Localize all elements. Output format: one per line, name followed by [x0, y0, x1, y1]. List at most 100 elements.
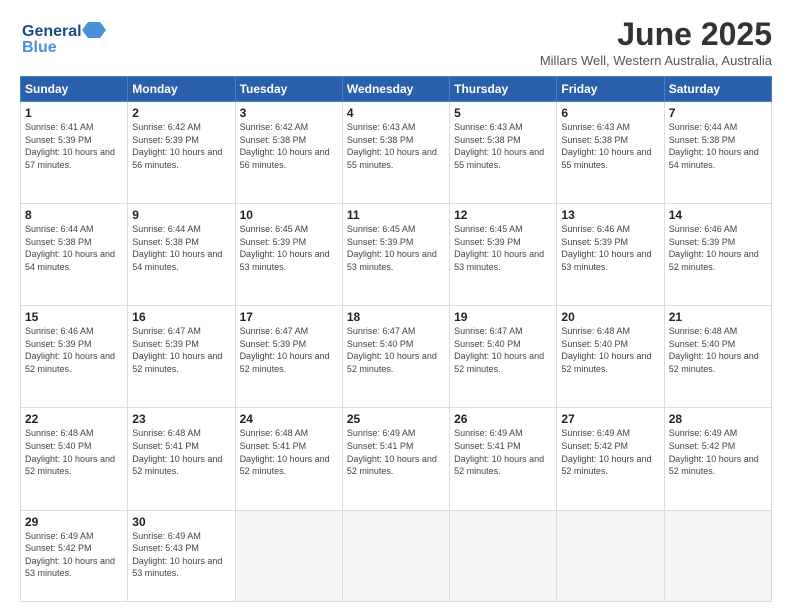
week-row-3: 15Sunrise: 6:46 AMSunset: 5:39 PMDayligh…	[21, 306, 772, 408]
calendar-cell: 4 Sunrise: 6:43 AMSunset: 5:38 PMDaylight…	[342, 102, 449, 204]
day-info: Sunrise: 6:43 AMSunset: 5:38 PMDaylight:…	[347, 122, 437, 170]
day-number: 7	[669, 106, 767, 120]
day-number: 11	[347, 208, 445, 222]
calendar-cell: 28 Sunrise: 6:49 AMSunset: 5:42 PMDayligh…	[664, 408, 771, 510]
day-info: Sunrise: 6:42 AMSunset: 5:39 PMDaylight:…	[132, 122, 222, 170]
day-info: Sunrise: 6:47 AMSunset: 5:39 PMDaylight:…	[240, 326, 330, 374]
day-info: Sunrise: 6:41 AMSunset: 5:39 PMDaylight:…	[25, 122, 115, 170]
calendar-cell: 11 Sunrise: 6:45 AMSunset: 5:39 PMDayligh…	[342, 204, 449, 306]
calendar-cell: 9 Sunrise: 6:44 AMSunset: 5:38 PMDaylight…	[128, 204, 235, 306]
day-info: Sunrise: 6:49 AMSunset: 5:42 PMDaylight:…	[669, 428, 759, 476]
day-number: 1	[25, 106, 123, 120]
day-info: Sunrise: 6:48 AMSunset: 5:40 PMDaylight:…	[561, 326, 651, 374]
calendar-cell: 19 Sunrise: 6:47 AMSunset: 5:40 PMDayligh…	[450, 306, 557, 408]
calendar-cell: 18 Sunrise: 6:47 AMSunset: 5:40 PMDayligh…	[342, 306, 449, 408]
day-number: 10	[240, 208, 338, 222]
logo: General Blue	[20, 16, 110, 63]
day-info: Sunrise: 6:42 AMSunset: 5:38 PMDaylight:…	[240, 122, 330, 170]
day-number: 5	[454, 106, 552, 120]
calendar-cell: 16 Sunrise: 6:47 AMSunset: 5:39 PMDayligh…	[128, 306, 235, 408]
day-number: 18	[347, 310, 445, 324]
day-info: Sunrise: 6:48 AMSunset: 5:40 PMDaylight:…	[669, 326, 759, 374]
day-number: 16	[132, 310, 230, 324]
calendar-cell: 7 Sunrise: 6:44 AMSunset: 5:38 PMDaylight…	[664, 102, 771, 204]
calendar-table: SundayMondayTuesdayWednesdayThursdayFrid…	[20, 76, 772, 602]
day-number: 4	[347, 106, 445, 120]
day-number: 9	[132, 208, 230, 222]
calendar-cell: 30 Sunrise: 6:49 AMSunset: 5:43 PMDayligh…	[128, 510, 235, 601]
day-info: Sunrise: 6:47 AMSunset: 5:40 PMDaylight:…	[454, 326, 544, 374]
day-number: 29	[25, 515, 123, 529]
calendar-cell	[557, 510, 664, 601]
calendar-cell: 5 Sunrise: 6:43 AMSunset: 5:38 PMDaylight…	[450, 102, 557, 204]
day-info: Sunrise: 6:43 AMSunset: 5:38 PMDaylight:…	[561, 122, 651, 170]
title-block: June 2025 Millars Well, Western Australi…	[540, 16, 772, 68]
calendar-cell	[664, 510, 771, 601]
day-number: 20	[561, 310, 659, 324]
day-number: 3	[240, 106, 338, 120]
day-info: Sunrise: 6:49 AMSunset: 5:41 PMDaylight:…	[454, 428, 544, 476]
day-info: Sunrise: 6:45 AMSunset: 5:39 PMDaylight:…	[454, 224, 544, 272]
day-number: 30	[132, 515, 230, 529]
day-number: 26	[454, 412, 552, 426]
day-number: 15	[25, 310, 123, 324]
day-info: Sunrise: 6:47 AMSunset: 5:39 PMDaylight:…	[132, 326, 222, 374]
week-row-1: 1 Sunrise: 6:41 AMSunset: 5:39 PMDaylight…	[21, 102, 772, 204]
calendar-cell	[235, 510, 342, 601]
day-info: Sunrise: 6:48 AMSunset: 5:40 PMDaylight:…	[25, 428, 115, 476]
day-info: Sunrise: 6:46 AMSunset: 5:39 PMDaylight:…	[669, 224, 759, 272]
day-number: 21	[669, 310, 767, 324]
day-header-sunday: Sunday	[21, 77, 128, 102]
day-info: Sunrise: 6:45 AMSunset: 5:39 PMDaylight:…	[240, 224, 330, 272]
month-title: June 2025	[540, 16, 772, 53]
day-info: Sunrise: 6:47 AMSunset: 5:40 PMDaylight:…	[347, 326, 437, 374]
day-number: 22	[25, 412, 123, 426]
calendar-cell: 20 Sunrise: 6:48 AMSunset: 5:40 PMDayligh…	[557, 306, 664, 408]
calendar-cell: 22 Sunrise: 6:48 AMSunset: 5:40 PMDayligh…	[21, 408, 128, 510]
day-number: 19	[454, 310, 552, 324]
calendar-cell: 8 Sunrise: 6:44 AMSunset: 5:38 PMDaylight…	[21, 204, 128, 306]
day-info: Sunrise: 6:48 AMSunset: 5:41 PMDaylight:…	[132, 428, 222, 476]
day-info: Sunrise: 6:49 AMSunset: 5:43 PMDaylight:…	[132, 531, 222, 579]
day-info: Sunrise: 6:49 AMSunset: 5:41 PMDaylight:…	[347, 428, 437, 476]
calendar-cell: 13 Sunrise: 6:46 AMSunset: 5:39 PMDayligh…	[557, 204, 664, 306]
calendar-cell	[342, 510, 449, 601]
day-info: Sunrise: 6:44 AMSunset: 5:38 PMDaylight:…	[669, 122, 759, 170]
day-number: 8	[25, 208, 123, 222]
days-header-row: SundayMondayTuesdayWednesdayThursdayFrid…	[21, 77, 772, 102]
week-row-2: 8 Sunrise: 6:44 AMSunset: 5:38 PMDaylight…	[21, 204, 772, 306]
calendar-cell: 27 Sunrise: 6:49 AMSunset: 5:42 PMDayligh…	[557, 408, 664, 510]
day-header-saturday: Saturday	[664, 77, 771, 102]
day-header-tuesday: Tuesday	[235, 77, 342, 102]
day-info: Sunrise: 6:45 AMSunset: 5:39 PMDaylight:…	[347, 224, 437, 272]
day-header-friday: Friday	[557, 77, 664, 102]
calendar-cell: 10 Sunrise: 6:45 AMSunset: 5:39 PMDayligh…	[235, 204, 342, 306]
calendar-cell: 1 Sunrise: 6:41 AMSunset: 5:39 PMDaylight…	[21, 102, 128, 204]
day-number: 23	[132, 412, 230, 426]
calendar-cell: 12Sunrise: 6:45 AMSunset: 5:39 PMDayligh…	[450, 204, 557, 306]
header: General Blue June 2025 Millars Well, Wes…	[20, 16, 772, 68]
calendar-cell: 3 Sunrise: 6:42 AMSunset: 5:38 PMDaylight…	[235, 102, 342, 204]
day-info: Sunrise: 6:43 AMSunset: 5:38 PMDaylight:…	[454, 122, 544, 170]
day-number: 13	[561, 208, 659, 222]
svg-text:General: General	[22, 23, 82, 40]
day-info: Sunrise: 6:46 AMSunset: 5:39 PMDaylight:…	[561, 224, 651, 272]
day-info: Sunrise: 6:44 AMSunset: 5:38 PMDaylight:…	[25, 224, 115, 272]
day-number: 27	[561, 412, 659, 426]
calendar-cell	[450, 510, 557, 601]
day-number: 25	[347, 412, 445, 426]
calendar-cell: 25 Sunrise: 6:49 AMSunset: 5:41 PMDayligh…	[342, 408, 449, 510]
day-number: 28	[669, 412, 767, 426]
day-info: Sunrise: 6:49 AMSunset: 5:42 PMDaylight:…	[561, 428, 651, 476]
day-info: Sunrise: 6:48 AMSunset: 5:41 PMDaylight:…	[240, 428, 330, 476]
calendar-cell: 24Sunrise: 6:48 AMSunset: 5:41 PMDayligh…	[235, 408, 342, 510]
logo-block: General Blue	[20, 16, 110, 63]
location: Millars Well, Western Australia, Austral…	[540, 53, 772, 68]
day-info: Sunrise: 6:44 AMSunset: 5:38 PMDaylight:…	[132, 224, 222, 272]
day-header-monday: Monday	[128, 77, 235, 102]
calendar-cell: 17 Sunrise: 6:47 AMSunset: 5:39 PMDayligh…	[235, 306, 342, 408]
calendar-cell: 23 Sunrise: 6:48 AMSunset: 5:41 PMDayligh…	[128, 408, 235, 510]
calendar-cell: 21 Sunrise: 6:48 AMSunset: 5:40 PMDayligh…	[664, 306, 771, 408]
day-number: 17	[240, 310, 338, 324]
calendar-cell: 26 Sunrise: 6:49 AMSunset: 5:41 PMDayligh…	[450, 408, 557, 510]
